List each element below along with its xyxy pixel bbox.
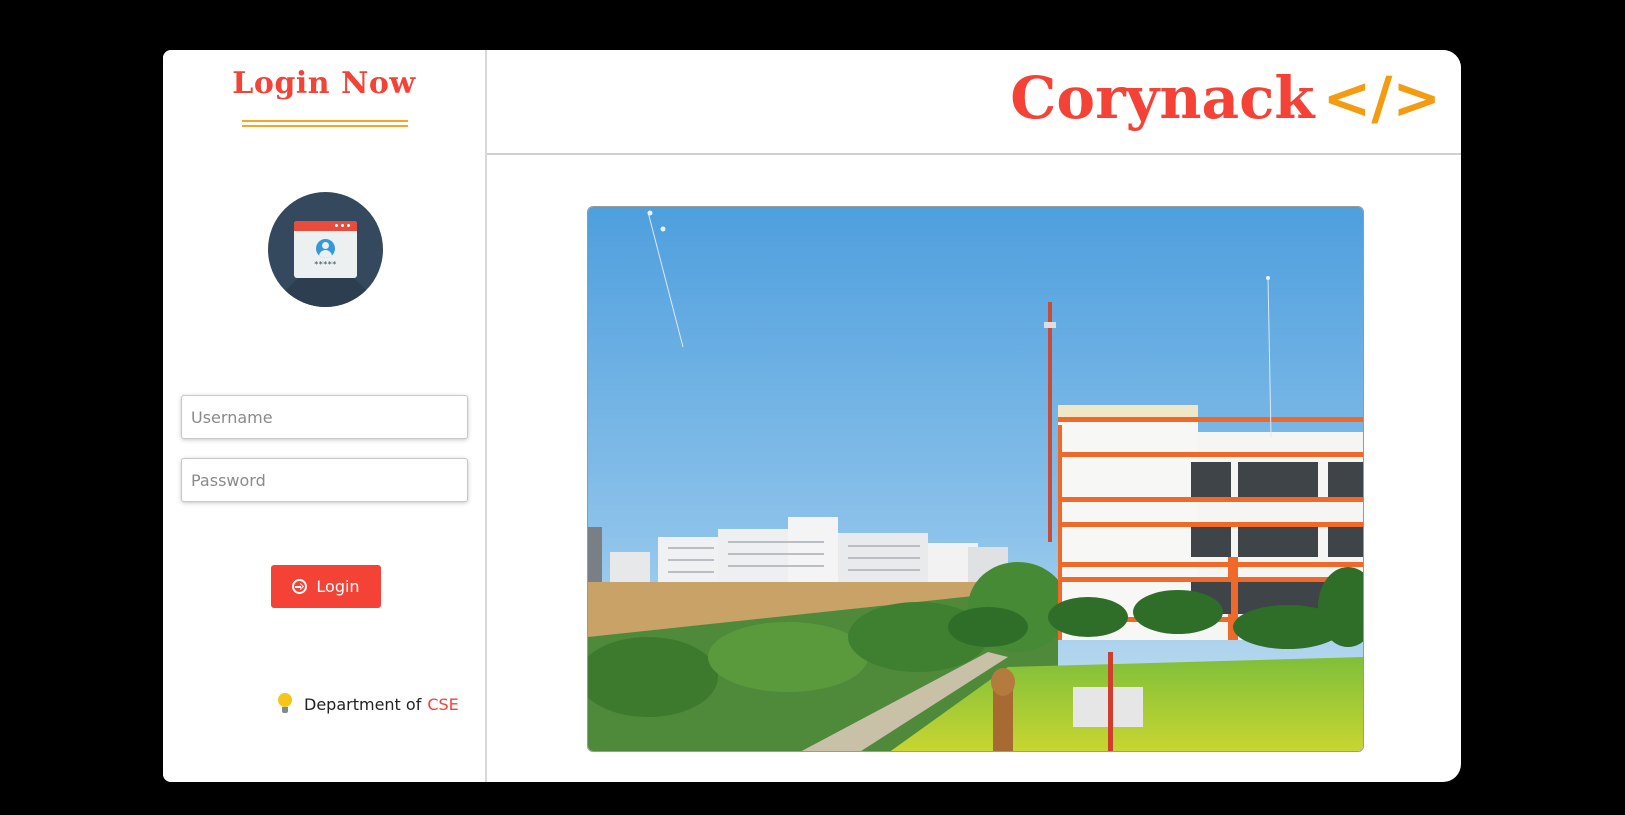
brand-logo: Corynack </> [1010, 64, 1441, 132]
content-panel: Corynack </> [487, 50, 1461, 782]
header: Corynack </> [487, 50, 1461, 155]
department-prefix: Department of [304, 694, 422, 714]
login-window-icon: ***** [268, 192, 383, 307]
login-panel: Login Now ***** Login [163, 50, 487, 782]
password-input[interactable] [181, 458, 468, 502]
login-title: Login Now [232, 66, 416, 101]
title-underline [242, 120, 408, 127]
lightbulb-icon [278, 693, 292, 715]
login-button-label: Login [316, 577, 360, 596]
login-card: Login Now ***** Login [163, 50, 1461, 782]
user-body [319, 250, 332, 258]
user-icon [316, 239, 335, 258]
user-head [322, 242, 329, 249]
password-stars: ***** [314, 260, 337, 269]
department-name: CSE [427, 694, 459, 714]
window-dot [335, 224, 338, 227]
username-input[interactable] [181, 395, 468, 439]
sign-in-icon [292, 579, 308, 594]
campus-photo [587, 206, 1364, 752]
browser-window-icon: ***** [294, 221, 357, 278]
login-button[interactable]: Login [271, 565, 381, 608]
window-dot [341, 224, 344, 227]
window-titlebar [294, 221, 357, 231]
department-label: Department of CSE [278, 693, 473, 715]
brand-name: Corynack [1010, 64, 1315, 132]
code-symbol: </> [1322, 64, 1441, 132]
window-dot [347, 224, 350, 227]
